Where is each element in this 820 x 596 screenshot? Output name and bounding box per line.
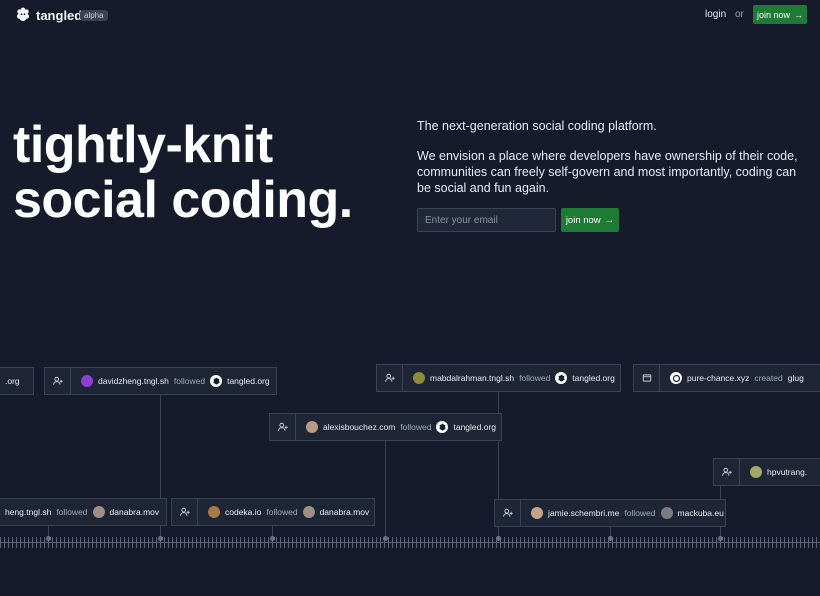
activity-card[interactable]: codeka.io followed danabra.mov: [171, 498, 375, 526]
avatar: [750, 466, 762, 478]
timeline-dot: [383, 536, 388, 541]
timeline-dot: [270, 536, 275, 541]
actor-link[interactable]: .org: [5, 376, 20, 386]
actor-link[interactable]: mabdalrahman.tngl.sh: [430, 373, 514, 383]
activity-verb: followed: [400, 422, 432, 432]
user-follow-icon: [172, 499, 198, 525]
top-nav: tangled alpha login or join now →: [0, 0, 820, 30]
actor-link[interactable]: heng.tngl.sh: [5, 507, 51, 517]
timeline-connector: [385, 441, 386, 539]
activity-verb: followed: [56, 507, 88, 517]
user-follow-icon: [377, 365, 403, 391]
activity-verb: followed: [266, 507, 298, 517]
hero-title: tightly-knit social coding.: [13, 118, 393, 228]
avatar: [531, 507, 543, 519]
avatar: [81, 375, 93, 387]
activity-verb: followed: [173, 376, 206, 386]
avatar: [302, 506, 315, 518]
join-now-hero-label: join now: [565, 214, 601, 226]
user-follow-icon: [714, 459, 740, 485]
join-now-hero-button[interactable]: join now →: [561, 208, 619, 232]
hero-title-line2: social coding.: [13, 171, 353, 229]
login-link[interactable]: login: [705, 9, 726, 20]
actor-link[interactable]: davidzheng.tngl.sh: [98, 376, 169, 386]
email-input[interactable]: [417, 208, 556, 232]
tangled-logo-icon[interactable]: [14, 6, 32, 24]
activity-card[interactable]: alexisbouchez.com followed tangled.org: [269, 413, 502, 441]
activity-card[interactable]: heng.tngl.sh followed danabra.mov: [0, 498, 167, 526]
target-link[interactable]: mackuba.eu: [678, 508, 724, 518]
vision-text: We envision a place where developers hav…: [417, 149, 798, 195]
avatar: [92, 506, 105, 518]
actor-link[interactable]: hpvutrang.: [767, 467, 807, 477]
avatar: [413, 372, 425, 384]
target-link[interactable]: glug: [788, 373, 804, 383]
activity-card[interactable]: mabdalrahman.tngl.sh followed tangled.or…: [376, 364, 621, 392]
activity-card[interactable]: hpvutrang.: [713, 458, 820, 486]
join-now-nav-button[interactable]: join now →: [753, 5, 807, 24]
tagline: The next-generation social coding platfo…: [417, 119, 657, 133]
arrow-right-icon: →: [604, 214, 615, 226]
timeline-dot: [718, 536, 723, 541]
avatar: [306, 421, 318, 433]
activity-verb: followed: [624, 508, 656, 518]
user-follow-icon: [270, 414, 296, 440]
timeline-dot: [608, 536, 613, 541]
tangled-avatar-icon: [210, 375, 223, 387]
tangled-avatar-icon: [555, 372, 568, 384]
brand-name[interactable]: tangled: [36, 8, 82, 23]
activity-verb: created: [754, 373, 783, 383]
activity-verb: followed: [519, 373, 551, 383]
target-link[interactable]: tangled.org: [453, 422, 496, 432]
target-link[interactable]: tangled.org: [572, 373, 615, 383]
join-now-nav-label: join now: [756, 9, 791, 20]
activity-card[interactable]: davidzheng.tngl.sh followed tangled.org: [44, 367, 277, 395]
activity-card[interactable]: pure-chance.xyz created glug: [633, 364, 820, 392]
avatar: [208, 506, 220, 518]
timeline-dot: [158, 536, 163, 541]
alpha-badge: alpha: [80, 10, 108, 21]
target-link[interactable]: danabra.mov: [110, 507, 160, 517]
activity-card[interactable]: jamie.schembri.me followed mackuba.eu: [494, 499, 726, 527]
target-link[interactable]: tangled.org: [227, 376, 270, 386]
user-follow-icon: [495, 500, 521, 526]
avatar: [670, 372, 682, 384]
avatar: [660, 507, 673, 519]
actor-link[interactable]: jamie.schembri.me: [548, 508, 619, 518]
timeline-dot: [496, 536, 501, 541]
timeline-dot: [46, 536, 51, 541]
arrow-right-icon: →: [794, 9, 804, 20]
or-text: or: [735, 9, 744, 20]
actor-link[interactable]: codeka.io: [225, 507, 261, 517]
activity-card[interactable]: .org: [0, 367, 34, 395]
hero-title-line1: tightly-knit: [13, 116, 273, 174]
repo-icon: [634, 365, 660, 391]
user-follow-icon: [45, 368, 71, 394]
timeline-axis-base: [0, 542, 820, 543]
tangled-avatar-icon: [436, 421, 449, 433]
actor-link[interactable]: pure-chance.xyz: [687, 373, 749, 383]
target-link[interactable]: danabra.mov: [320, 507, 370, 517]
actor-link[interactable]: alexisbouchez.com: [323, 422, 395, 432]
